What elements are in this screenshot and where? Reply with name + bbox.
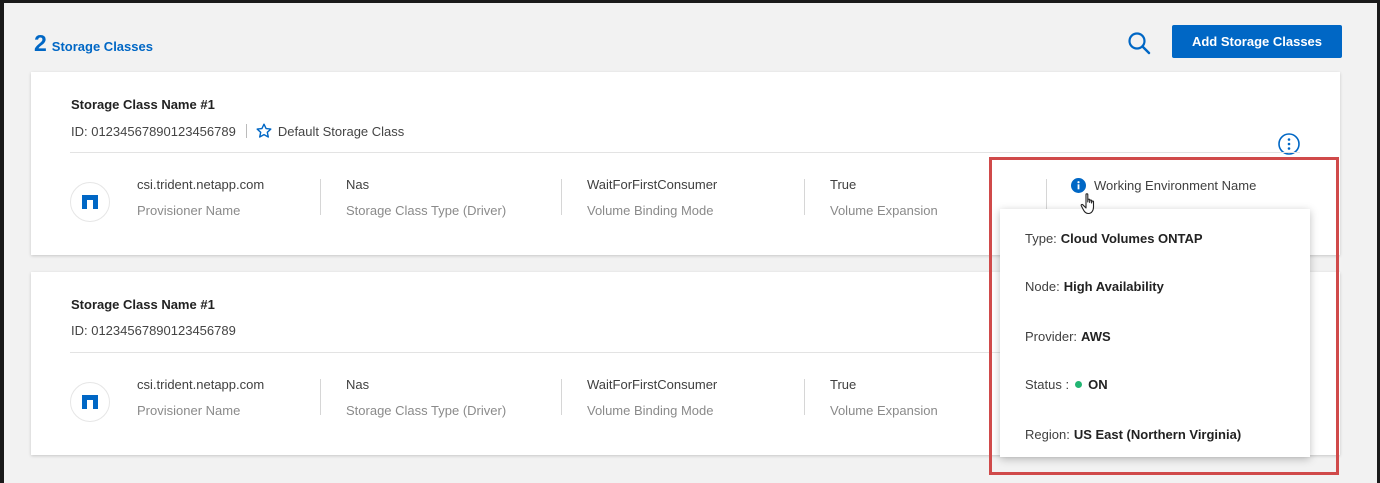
add-storage-classes-button[interactable]: Add Storage Classes (1172, 25, 1342, 58)
binding-column: WaitForFirstConsumer Volume Binding Mode (587, 377, 717, 418)
popup-region-row: Region: US East (Northern Virginia) (1025, 427, 1241, 442)
expansion-column: True Volume Expansion (830, 177, 938, 218)
storage-class-id-row: ID: 01234567890123456789 Default Storage… (71, 123, 404, 139)
binding-mode-value: WaitForFirstConsumer (587, 377, 718, 392)
storage-type-value: Nas (346, 377, 370, 392)
provisioner-label: Provisioner Name (137, 203, 241, 218)
popup-node-value: High Availability (1063, 279, 1164, 294)
storage-class-id-row: ID: 01234567890123456789 (71, 323, 236, 338)
volume-expansion-value: True (830, 177, 857, 192)
popup-region-value: US East (Northern Virginia) (1073, 427, 1242, 442)
working-environment-name: Working Environment Name (1094, 178, 1257, 193)
popup-provider-label: Provider: (1025, 329, 1078, 344)
star-icon[interactable] (256, 123, 272, 139)
type-column: Nas Storage Class Type (Driver) (346, 377, 506, 418)
popup-status-row: Status : ON (1025, 377, 1108, 392)
storage-class-count: 2 (34, 30, 47, 56)
hand-pointer-icon (1080, 193, 1095, 215)
status-dot-icon (1075, 381, 1083, 388)
page-title: Storage Classes (51, 39, 153, 54)
storage-type-label: Storage Class Type (Driver) (346, 403, 507, 418)
column-divider (804, 379, 805, 415)
working-environment[interactable]: Working Environment Name (1071, 178, 1256, 193)
netapp-logo-icon (70, 182, 110, 222)
column-divider (320, 179, 321, 215)
provisioner-column: csi.trident.netapp.com Provisioner Name (137, 177, 264, 218)
storage-class-name: Storage Class Name #1 (71, 297, 215, 312)
type-column: Nas Storage Class Type (Driver) (346, 177, 506, 218)
search-icon[interactable] (1126, 30, 1152, 56)
popup-type-row: Type: Cloud Volumes ONTAP (1025, 231, 1203, 246)
provisioner-value: csi.trident.netapp.com (137, 377, 265, 392)
column-divider (1046, 179, 1047, 209)
column-divider (561, 379, 562, 415)
default-storage-class-label: Default Storage Class (277, 123, 405, 139)
divider (245, 124, 247, 138)
popup-provider-row: Provider: AWS (1025, 329, 1111, 344)
binding-column: WaitForFirstConsumer Volume Binding Mode (587, 177, 717, 218)
provisioner-label: Provisioner Name (137, 403, 241, 418)
storage-class-name: Storage Class Name #1 (71, 97, 215, 112)
expansion-column: True Volume Expansion (830, 377, 938, 418)
popup-status-label: Status : (1025, 377, 1070, 392)
column-divider (561, 179, 562, 215)
provisioner-value: csi.trident.netapp.com (137, 177, 265, 192)
info-icon[interactable] (1071, 178, 1086, 193)
page-header: 2 Storage Classes (34, 30, 153, 57)
storage-class-id: ID: 01234567890123456789 (71, 323, 236, 338)
popup-type-value: Cloud Volumes ONTAP (1060, 231, 1203, 246)
binding-mode-label: Volume Binding Mode (587, 403, 714, 418)
popup-provider-value: AWS (1081, 329, 1111, 344)
popup-node-label: Node: (1025, 279, 1060, 294)
provisioner-column: csi.trident.netapp.com Provisioner Name (137, 377, 264, 418)
column-divider (320, 379, 321, 415)
working-environment-popup: Type: Cloud Volumes ONTAP Node: High Ava… (1000, 209, 1310, 457)
netapp-logo-icon (70, 382, 110, 422)
storage-type-value: Nas (346, 177, 370, 192)
card-divider (70, 152, 1300, 153)
storage-type-label: Storage Class Type (Driver) (346, 203, 507, 218)
storage-class-id: ID: 01234567890123456789 (71, 123, 236, 139)
binding-mode-label: Volume Binding Mode (587, 203, 714, 218)
popup-status-value: ON (1088, 377, 1108, 392)
popup-type-label: Type: (1025, 231, 1057, 246)
volume-expansion-label: Volume Expansion (830, 203, 938, 218)
popup-node-row: Node: High Availability (1025, 279, 1164, 294)
binding-mode-value: WaitForFirstConsumer (587, 177, 718, 192)
volume-expansion-label: Volume Expansion (830, 403, 938, 418)
volume-expansion-value: True (830, 377, 857, 392)
column-divider (804, 179, 805, 215)
popup-region-label: Region: (1025, 427, 1070, 442)
